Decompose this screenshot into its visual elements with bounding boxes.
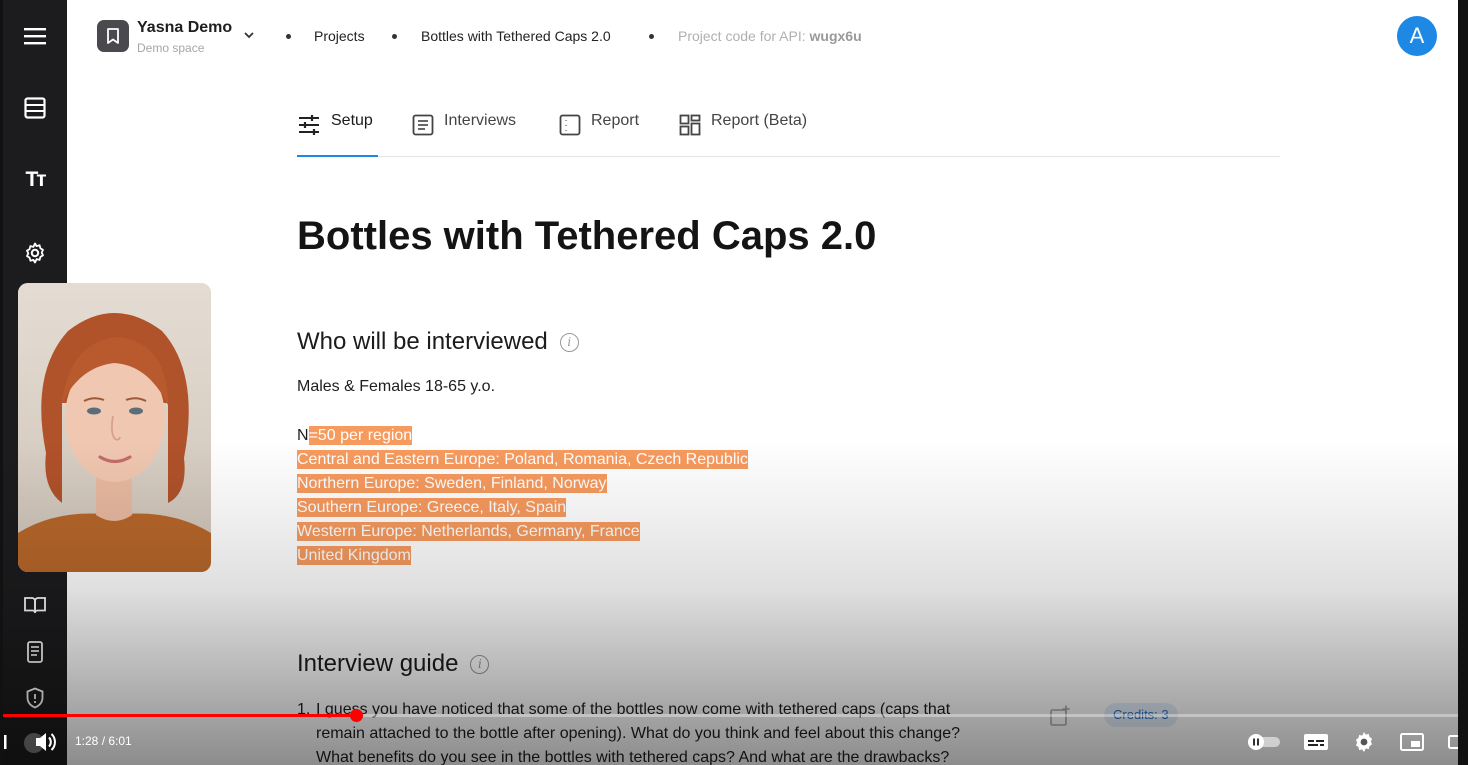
question-line: remain attached to the bottle after open… bbox=[316, 725, 960, 742]
audience-line: United Kingdom bbox=[297, 544, 748, 568]
audience-line: Southern Europe: Greece, Italy, Spain bbox=[297, 496, 748, 520]
selected-text: Western Europe: Netherlands, Germany, Fr… bbox=[297, 522, 640, 541]
workspace-name[interactable]: Yasna Demo bbox=[137, 19, 232, 37]
book-icon[interactable] bbox=[3, 585, 67, 625]
project-tabs: Setup Interviews Report Report (Beta) bbox=[297, 104, 1280, 157]
video-time: 1:28 / 6:01 bbox=[75, 734, 132, 748]
workspace-subtitle: Demo space bbox=[137, 41, 205, 55]
tab-report[interactable]: Report bbox=[559, 112, 639, 157]
breadcrumb-projects[interactable]: Projects bbox=[314, 28, 365, 44]
audience-line: N=50 per region bbox=[297, 424, 748, 448]
api-code: wugx6u bbox=[809, 28, 862, 44]
screen: Tт Yasna Demo Demo space Projects Bottle… bbox=[0, 0, 1468, 765]
question-text[interactable]: I guess you have noticed that some of th… bbox=[316, 698, 1031, 765]
tab-interviews[interactable]: Interviews bbox=[412, 112, 516, 157]
who-description[interactable]: Males & Females 18-65 y.o. bbox=[297, 378, 495, 396]
document-icon[interactable] bbox=[3, 632, 67, 672]
shield-icon[interactable] bbox=[3, 678, 67, 718]
api-code-label: Project code for API: wugx6u bbox=[678, 28, 862, 44]
table-icon[interactable] bbox=[3, 88, 67, 128]
selected-text: United Kingdom bbox=[297, 546, 411, 565]
breadcrumb-separator bbox=[392, 34, 397, 39]
who-section-title: Who will be interviewed i bbox=[297, 328, 579, 356]
breadcrumb-separator bbox=[286, 34, 291, 39]
tab-label: Interviews bbox=[444, 112, 517, 129]
video-progress-bar[interactable] bbox=[0, 709, 1458, 722]
list-icon bbox=[412, 114, 434, 136]
question-number: 1. bbox=[297, 701, 311, 718]
audience-line: Central and Eastern Europe: Poland, Roma… bbox=[297, 448, 748, 472]
presenter-webcam bbox=[18, 283, 211, 572]
frame-edge bbox=[0, 0, 3, 765]
frame-edge bbox=[1458, 0, 1468, 765]
sliders-icon bbox=[299, 115, 319, 135]
progress-played bbox=[0, 714, 356, 717]
player-settings-icon[interactable] bbox=[1350, 729, 1378, 755]
audience-first-char: N bbox=[297, 427, 309, 444]
breadcrumb-separator bbox=[649, 34, 654, 39]
selected-text: =50 per region bbox=[308, 426, 413, 445]
audience-line: Northern Europe: Sweden, Finland, Norway bbox=[297, 472, 748, 496]
tab-label: Report (Beta) bbox=[711, 112, 808, 129]
tab-label: Report bbox=[591, 112, 640, 129]
report-icon bbox=[559, 114, 581, 136]
guide-section-title: Interview guide i bbox=[297, 650, 490, 678]
section-heading: Interview guide bbox=[297, 650, 459, 677]
tab-label: Setup bbox=[331, 112, 373, 129]
scrubber-handle[interactable] bbox=[350, 709, 363, 722]
settings-icon[interactable] bbox=[3, 233, 67, 273]
question-line: I guess you have noticed that some of th… bbox=[316, 701, 951, 718]
breadcrumb-project[interactable]: Bottles with Tethered Caps 2.0 bbox=[421, 28, 611, 44]
tab-report-beta[interactable]: Report (Beta) bbox=[679, 112, 807, 157]
section-heading: Who will be interviewed bbox=[297, 328, 548, 355]
audience-line: Western Europe: Netherlands, Germany, Fr… bbox=[297, 520, 748, 544]
info-icon[interactable]: i bbox=[470, 654, 490, 674]
audience-selection[interactable]: N=50 per region Central and Eastern Euro… bbox=[297, 424, 748, 568]
autoplay-toggle-icon[interactable] bbox=[1245, 731, 1283, 753]
text-format-icon[interactable]: Tт bbox=[3, 160, 67, 200]
top-header: Yasna Demo Demo space Projects Bottles w… bbox=[67, 0, 1458, 72]
chevron-down-icon[interactable] bbox=[243, 28, 255, 47]
add-note-icon[interactable] bbox=[1049, 705, 1071, 732]
selected-text: Northern Europe: Sweden, Finland, Norway bbox=[297, 474, 607, 493]
page-title: Bottles with Tethered Caps 2.0 bbox=[297, 214, 877, 258]
subtitles-icon[interactable] bbox=[1302, 730, 1330, 754]
grid-icon bbox=[679, 114, 701, 136]
api-label: Project code for API: bbox=[678, 28, 806, 44]
selected-text: Southern Europe: Greece, Italy, Spain bbox=[297, 498, 567, 517]
question-line: What benefits do you see in the bottles … bbox=[316, 749, 950, 765]
avatar[interactable]: A bbox=[1397, 16, 1437, 56]
volume-icon[interactable] bbox=[22, 729, 58, 755]
selected-text: Central and Eastern Europe: Poland, Roma… bbox=[297, 450, 748, 469]
menu-icon[interactable] bbox=[3, 16, 67, 56]
tab-setup[interactable]: Setup bbox=[297, 112, 378, 157]
info-icon[interactable]: i bbox=[559, 332, 579, 352]
workspace-logo[interactable] bbox=[97, 20, 129, 52]
miniplayer-icon[interactable] bbox=[1398, 730, 1426, 754]
